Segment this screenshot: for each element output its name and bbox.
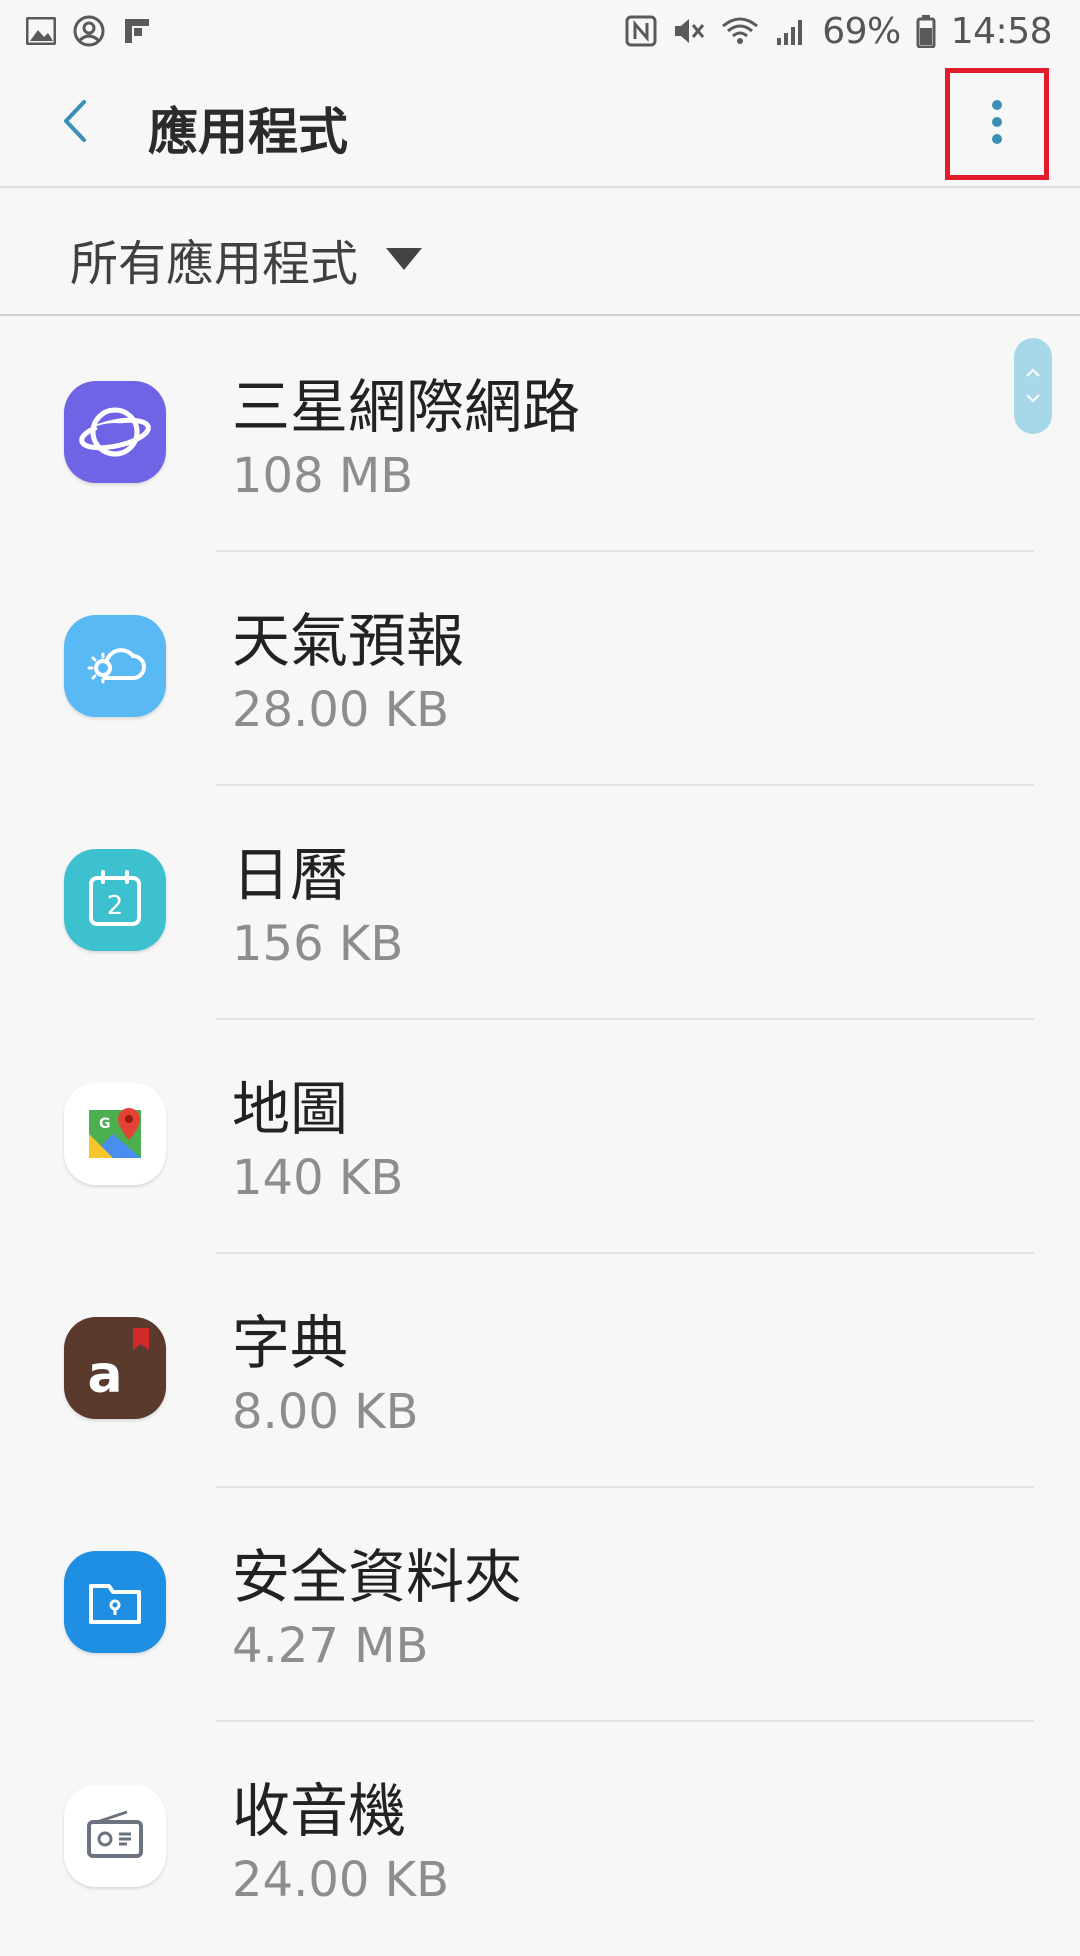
- account-icon: [72, 14, 106, 48]
- caret-down-icon: [386, 248, 422, 270]
- filter-label: 所有應用程式: [70, 236, 359, 292]
- list-item[interactable]: 天氣預報 28.00 KB: [0, 552, 1080, 786]
- secure-folder-icon: [64, 1551, 166, 1653]
- app-size: 28.00 KB: [232, 682, 450, 738]
- status-left: [24, 14, 154, 48]
- app-size: 140 KB: [232, 1150, 404, 1206]
- dictionary-icon: a: [64, 1317, 166, 1419]
- nfc-icon: [624, 14, 658, 48]
- app-name: 三星網際網路: [232, 373, 581, 441]
- app-list: 三星網際網路 108 MB 天氣預報 28.00 KB 2 日曆 156 KB …: [0, 318, 1080, 1920]
- clock: 14:58: [950, 10, 1053, 52]
- svg-text:G: G: [99, 1116, 111, 1132]
- back-button[interactable]: [40, 88, 110, 158]
- status-bar: 69% 14:58: [0, 0, 1080, 62]
- svg-text:2: 2: [107, 891, 124, 921]
- list-item[interactable]: 安全資料夾 4.27 MB: [0, 1488, 1080, 1722]
- app-name: 安全資料夾: [232, 1543, 523, 1611]
- battery-percent: 69%: [822, 10, 901, 52]
- status-right: 69% 14:58: [624, 10, 1053, 52]
- list-item[interactable]: 三星網際網路 108 MB: [0, 318, 1080, 552]
- app-size: 4.27 MB: [232, 1618, 429, 1674]
- app-name: 天氣預報: [232, 607, 465, 675]
- maps-icon: G: [64, 1083, 166, 1185]
- app-bar: 應用程式: [0, 62, 1080, 188]
- wifi-icon: [720, 14, 760, 48]
- battery-icon: [915, 14, 937, 48]
- app-size: 8.00 KB: [232, 1384, 419, 1440]
- app-name: 字典: [232, 1309, 349, 1377]
- list-item[interactable]: 2 日曆 156 KB: [0, 786, 1080, 1020]
- app-size: 24.00 KB: [232, 1852, 450, 1908]
- chevron-down-icon: [1024, 389, 1042, 408]
- radio-icon: [64, 1785, 166, 1887]
- app-name: 日曆: [232, 841, 349, 909]
- list-item[interactable]: 收音機 24.00 KB: [0, 1722, 1080, 1956]
- chevron-up-icon: [1024, 364, 1042, 383]
- list-item[interactable]: G 地圖 140 KB: [0, 1020, 1080, 1254]
- app-name: 地圖: [232, 1075, 349, 1143]
- app-name: 收音機: [232, 1777, 407, 1845]
- flipboard-icon: [120, 14, 154, 48]
- app-size: 108 MB: [232, 448, 414, 504]
- gallery-icon: [24, 14, 58, 48]
- calendar-icon: 2: [64, 849, 166, 951]
- more-options-button[interactable]: [945, 68, 1049, 180]
- page-title: 應用程式: [148, 103, 348, 161]
- chevron-left-icon: [60, 98, 90, 148]
- app-size: 156 KB: [232, 916, 404, 972]
- weather-icon: [64, 615, 166, 717]
- app-filter-dropdown[interactable]: 所有應用程式: [0, 190, 1080, 316]
- mute-icon: [672, 14, 706, 48]
- samsung-internet-icon: [64, 381, 166, 483]
- more-vertical-icon: [990, 99, 1004, 149]
- svg-text:a: a: [87, 1345, 122, 1405]
- fast-scroll-handle[interactable]: [1014, 338, 1052, 434]
- list-item[interactable]: a 字典 8.00 KB: [0, 1254, 1080, 1488]
- signal-icon: [774, 14, 808, 48]
